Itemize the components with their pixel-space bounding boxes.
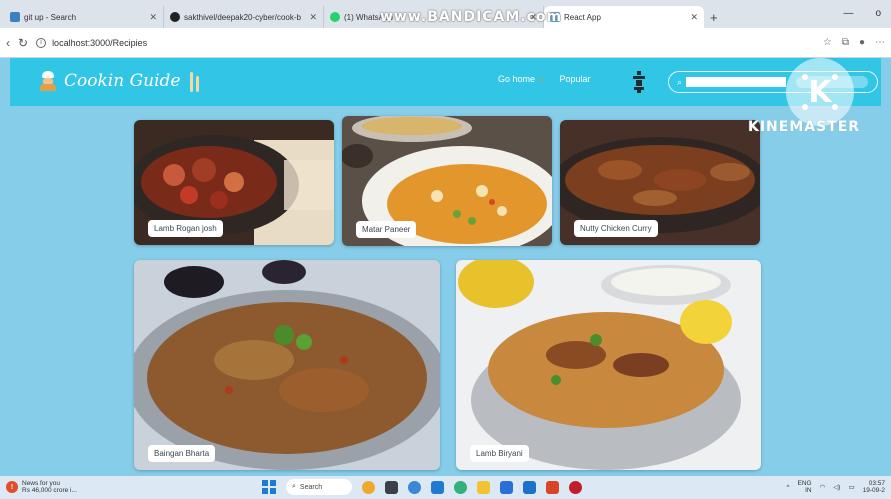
vscode-icon[interactable] bbox=[431, 480, 444, 494]
reload-icon[interactable]: ↻ bbox=[18, 36, 28, 50]
taskbar-search-label: Search bbox=[299, 483, 323, 491]
recipe-card[interactable]: Lamb Rogan josh bbox=[134, 120, 334, 245]
search-icon: ⌕ bbox=[677, 76, 683, 87]
mail-icon[interactable] bbox=[523, 480, 536, 494]
tab-label: React App bbox=[564, 12, 601, 22]
news-widget[interactable]: ! News for you Rs 46,000 crore i... bbox=[6, 480, 77, 494]
windows-start-icon[interactable] bbox=[262, 480, 276, 494]
tab-label: git up - Search bbox=[24, 12, 77, 22]
favorite-icon[interactable]: ☆ bbox=[823, 37, 832, 48]
address-bar: ‹ ↻ i localhost:3000/Recipies ☆ ⧉ ● ⋯ bbox=[0, 28, 891, 58]
recipe-image bbox=[134, 260, 440, 470]
recorder-icon[interactable] bbox=[569, 480, 582, 494]
profile-icon[interactable]: ● bbox=[859, 37, 865, 48]
recipe-title: Lamb Biryani bbox=[470, 445, 529, 462]
info-icon[interactable]: i bbox=[36, 37, 47, 48]
recorder-watermark: www.BANDICAM.com bbox=[380, 9, 563, 25]
close-icon[interactable]: ✕ bbox=[309, 12, 317, 23]
brand-logo[interactable]: Cookin Guide bbox=[38, 70, 200, 92]
recipe-title: Matar Paneer bbox=[356, 221, 417, 238]
home-icon: ⌂ bbox=[538, 74, 544, 84]
store-icon[interactable] bbox=[500, 480, 513, 494]
widget-icon[interactable] bbox=[362, 480, 375, 494]
news-title: News for you bbox=[22, 480, 60, 487]
navbar: Cookin Guide Go home ⌂ Popular ⌕ bbox=[10, 58, 881, 106]
url-text: localhost:3000/Recipies bbox=[52, 37, 148, 48]
close-icon[interactable]: ✕ bbox=[690, 12, 698, 23]
task-view-icon[interactable] bbox=[385, 480, 398, 494]
search-input[interactable] bbox=[686, 77, 787, 87]
maximize-button[interactable]: o bbox=[875, 8, 881, 19]
browser-actions: ☆ ⧉ ● ⋯ bbox=[823, 37, 885, 48]
collections-icon[interactable]: ⧉ bbox=[842, 37, 849, 48]
close-icon[interactable]: ✕ bbox=[149, 12, 157, 23]
edge-icon[interactable] bbox=[454, 480, 467, 494]
person-icon[interactable] bbox=[632, 71, 646, 93]
nav-links: Go home ⌂ Popular bbox=[498, 74, 591, 84]
news-icon: ! bbox=[6, 481, 18, 493]
window-controls: — o bbox=[843, 8, 881, 19]
bing-icon bbox=[10, 12, 20, 22]
github-icon bbox=[170, 12, 180, 22]
nav-home-label: Go home bbox=[498, 74, 536, 84]
news-subtitle: Rs 46,000 crore i... bbox=[22, 487, 77, 494]
language-sub: IN bbox=[805, 487, 812, 494]
minimize-button[interactable]: — bbox=[843, 8, 853, 19]
taskbar-apps: ⌕ Search bbox=[262, 479, 582, 495]
wifi-icon[interactable]: ◠ bbox=[820, 483, 826, 491]
tab-search[interactable]: git up - Search ✕ bbox=[4, 6, 164, 28]
recipe-title: Nutty Chicken Curry bbox=[574, 220, 658, 237]
taskbar-search[interactable]: ⌕ Search bbox=[286, 479, 352, 495]
office-icon[interactable] bbox=[546, 480, 559, 494]
nav-popular-label: Popular bbox=[559, 74, 591, 84]
whatsapp-icon bbox=[330, 12, 340, 22]
tab-react-app[interactable]: React App ✕ bbox=[544, 6, 704, 28]
recipe-card[interactable]: Lamb Biryani bbox=[456, 260, 761, 470]
recipe-card[interactable]: Matar Paneer bbox=[342, 116, 552, 246]
chrome-icon[interactable] bbox=[408, 480, 421, 494]
kinemaster-watermark: KINEMASTER bbox=[748, 119, 861, 135]
file-explorer-icon[interactable] bbox=[477, 480, 490, 494]
more-icon[interactable]: ⋯ bbox=[875, 37, 885, 48]
search-icon: ⌕ bbox=[292, 483, 296, 490]
os-taskbar: ! News for you Rs 46,000 crore i... ⌕ Se… bbox=[0, 476, 891, 499]
time: 03:57 bbox=[868, 480, 885, 487]
recipe-title: Baingan Bharta bbox=[148, 445, 216, 462]
kinemaster-logo: K bbox=[786, 58, 854, 126]
tab-label: sakthivel/deepak20-cyber/cook-b bbox=[184, 12, 301, 22]
brand-name: Cookin Guide bbox=[64, 71, 181, 91]
clock[interactable]: 03:57 19-09-2 bbox=[863, 480, 885, 494]
back-icon[interactable]: ‹ bbox=[6, 36, 10, 50]
date: 19-09-2 bbox=[862, 487, 885, 494]
recipe-card[interactable]: Nutty Chicken Curry bbox=[560, 120, 760, 245]
volume-icon[interactable]: ◁) bbox=[833, 483, 840, 491]
language-indicator[interactable]: ENG bbox=[798, 480, 812, 487]
recipe-title: Lamb Rogan josh bbox=[148, 220, 223, 237]
utensil-icon bbox=[190, 70, 200, 92]
chevron-up-icon[interactable]: ^ bbox=[786, 484, 789, 491]
new-tab-button[interactable]: + bbox=[710, 6, 718, 28]
tab-github[interactable]: sakthivel/deepak20-cyber/cook-b ✕ bbox=[164, 6, 324, 28]
chef-icon bbox=[38, 71, 58, 91]
system-tray: ^ ENG IN ◠ ◁) ▭ 03:57 19-09-2 bbox=[786, 480, 885, 494]
battery-icon[interactable]: ▭ bbox=[848, 483, 854, 491]
nav-go-home[interactable]: Go home ⌂ bbox=[498, 74, 543, 84]
kinemaster-letter: K bbox=[808, 74, 832, 110]
nav-popular[interactable]: Popular bbox=[559, 74, 590, 84]
url-field[interactable]: i localhost:3000/Recipies bbox=[36, 37, 815, 48]
recipe-card[interactable]: Baingan Bharta bbox=[134, 260, 440, 470]
recipe-image bbox=[456, 260, 761, 470]
